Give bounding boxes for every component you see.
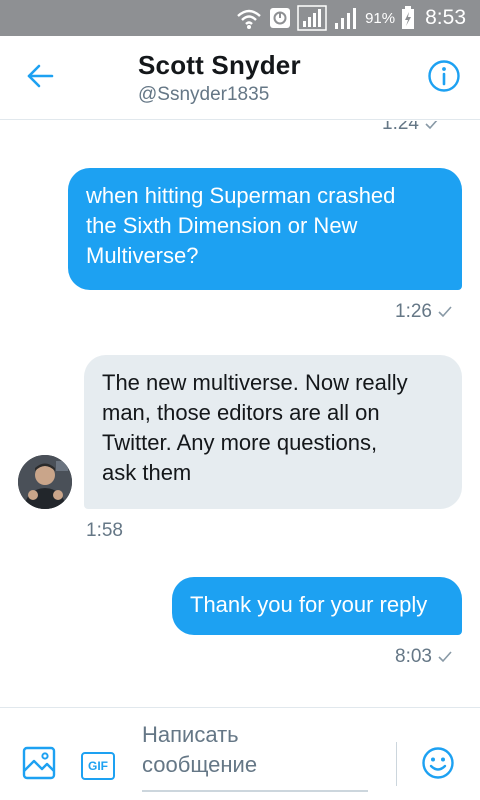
message-timestamp: 8:03 [395, 646, 452, 668]
timestamp-text: 1:26 [395, 301, 432, 322]
timestamp-text: 1:24 [382, 121, 419, 134]
message-bubble[interactable]: The new multiverse. Now really man, thos… [84, 355, 462, 509]
message-bubble[interactable]: when hitting Superman crashed the Sixth … [68, 168, 462, 290]
info-button[interactable] [426, 59, 462, 98]
contact-name: Scott Snyder [138, 50, 301, 80]
contact-handle: @Ssnyder1835 [138, 84, 270, 105]
battery-percent: 91% [365, 9, 396, 27]
vpn-icon [269, 7, 291, 29]
message-timestamp: 1:24 [382, 121, 439, 135]
wifi-hotspot-icon [235, 5, 263, 31]
message-input[interactable]: Написать сообщение [142, 720, 368, 792]
status-clock: 8:53 [425, 6, 466, 29]
message-composer: GIF Написать сообщение [0, 707, 480, 800]
gif-label: GIF [88, 759, 108, 773]
timestamp-text: 8:03 [395, 646, 432, 667]
signal-icon [333, 6, 359, 30]
conversation-header: Scott Snyder @Ssnyder1835 [0, 36, 480, 120]
checkmark-icon [438, 651, 452, 663]
timestamp-text: 1:58 [86, 520, 123, 541]
message-timestamp: 1:58 [86, 520, 123, 542]
back-button[interactable] [22, 60, 58, 96]
arrow-left-icon [26, 63, 54, 94]
add-gif-button[interactable]: GIF [80, 750, 116, 782]
composer-divider [396, 742, 397, 786]
checkmark-icon [438, 306, 452, 318]
checkmark-icon [425, 121, 439, 130]
message-timestamp: 1:26 [395, 301, 452, 323]
message-list[interactable]: 1:24 when hitting Superman crashed the S… [0, 121, 480, 707]
emoji-button[interactable] [419, 746, 457, 784]
battery-charging-icon [401, 6, 415, 30]
image-icon [22, 746, 56, 785]
message-bubble[interactable]: Thank you for your reply [172, 577, 462, 635]
avatar[interactable] [18, 455, 72, 509]
emoji-icon [421, 746, 455, 785]
gif-icon: GIF [81, 752, 115, 780]
add-image-button[interactable] [20, 746, 58, 784]
status-bar: 91% 8:53 [0, 0, 480, 36]
signal-icon [297, 5, 327, 31]
info-icon [427, 59, 461, 98]
